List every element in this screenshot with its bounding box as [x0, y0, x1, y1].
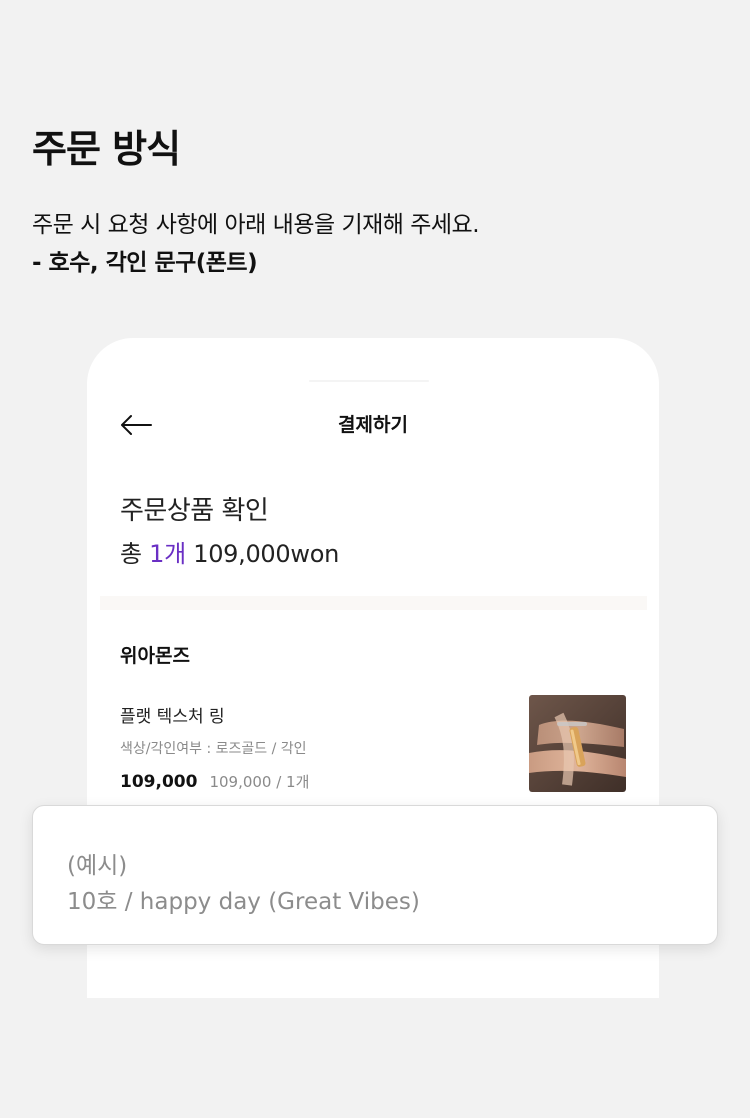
example-label: (예시)	[67, 853, 128, 879]
page: 주문 방식 주문 시 요청 사항에 아래 내용을 기재해 주세요. - 호수, …	[0, 0, 750, 1118]
order-confirm-heading: 주문상품 확인	[120, 496, 269, 526]
section-title: 주문 방식	[32, 127, 181, 171]
screen-title: 결제하기	[338, 414, 408, 436]
summary-count: 1개	[149, 540, 186, 568]
product-thumbnail[interactable]	[529, 695, 626, 792]
product-price: 109,000	[120, 772, 198, 792]
price-detail: 109,000 / 1개	[209, 773, 310, 791]
price-row: 109,000 109,000 / 1개	[120, 771, 309, 792]
brand-name: 위아몬즈	[120, 645, 190, 667]
summary-total: 109,000won	[193, 540, 339, 568]
order-instruction: 주문 시 요청 사항에 아래 내용을 기재해 주세요.	[32, 212, 480, 238]
product-name[interactable]: 플랫 텍스처 링	[120, 702, 225, 727]
example-value: 10호 / happy day (Great Vibes)	[67, 889, 420, 915]
ring-on-finger-photo	[529, 695, 626, 792]
order-instruction-bullet: - 호수, 각인 문구(폰트)	[32, 250, 258, 276]
example-callout: (예시) 10호 / happy day (Great Vibes)	[32, 805, 718, 945]
status-bar-divider	[309, 380, 429, 382]
product-option: 색상/각인여부 : 로즈골드 / 각인	[120, 741, 307, 757]
summary-prefix: 총	[120, 540, 142, 568]
section-divider	[100, 596, 647, 610]
order-summary: 총 1개 109,000won	[120, 534, 339, 569]
